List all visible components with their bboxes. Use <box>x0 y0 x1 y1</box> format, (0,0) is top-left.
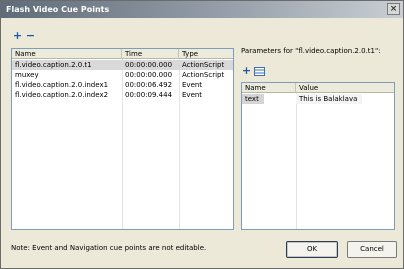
cue-point-time: 00:00:00.000 <box>125 71 173 79</box>
add-cue-point-button[interactable]: + <box>12 30 23 42</box>
table-row[interactable]: fl.video.caption.2.0.t1 00:00:00.000 Act… <box>12 60 233 70</box>
cue-point-type: Event <box>182 81 203 89</box>
add-parameter-button[interactable]: + <box>241 65 252 77</box>
cue-points-dialog: Flash Video Cue Points × + − Name Time T… <box>0 0 404 269</box>
column-header-value[interactable]: Value <box>296 83 394 93</box>
cue-point-type: ActionScript <box>182 71 225 79</box>
cancel-button[interactable]: Cancel <box>347 241 397 258</box>
parameter-value[interactable]: This is Balaklava <box>296 94 362 104</box>
parameters-table[interactable]: Name Value text This is Balaklava <box>241 82 395 230</box>
cue-point-name: fl.video.caption.2.0.t1 <box>15 61 92 69</box>
cue-point-type: Event <box>182 91 203 99</box>
cue-point-type: ActionScript <box>182 61 225 69</box>
list-icon[interactable] <box>254 67 265 76</box>
table-row[interactable]: fl.video.caption.2.0.index2 00:00:09.444… <box>12 90 233 100</box>
table-row[interactable]: muxey 00:00:00.000 ActionScript <box>12 70 233 80</box>
column-header-name[interactable]: Name <box>12 49 122 59</box>
column-header-name[interactable]: Name <box>242 83 296 93</box>
title-bar: Flash Video Cue Points × <box>1 1 403 18</box>
column-divider <box>296 93 297 229</box>
remove-cue-point-button[interactable]: − <box>25 30 36 42</box>
column-header-type[interactable]: Type <box>179 49 233 59</box>
parameter-name[interactable]: text <box>242 94 264 104</box>
ok-button[interactable]: OK <box>286 241 338 258</box>
close-icon[interactable]: × <box>387 3 400 15</box>
cue-point-time: 00:00:06.492 <box>125 81 173 89</box>
cue-points-table[interactable]: Name Time Type fl.video.caption.2.0.t1 0… <box>11 48 234 230</box>
window-title: Flash Video Cue Points <box>6 5 110 14</box>
cue-point-time: 00:00:09.444 <box>125 91 173 99</box>
table-header: Name Time Type <box>12 49 233 59</box>
cue-point-name: muxey <box>15 71 39 79</box>
cue-point-time: 00:00:00.000 <box>125 61 173 69</box>
footer-note: Note: Event and Navigation cue points ar… <box>11 244 207 252</box>
table-row[interactable]: fl.video.caption.2.0.index1 00:00:06.492… <box>12 80 233 90</box>
table-row[interactable]: text This is Balaklava <box>242 94 394 104</box>
parameters-label: Parameters for "fl.video.caption.2.0.t1"… <box>241 47 381 55</box>
cue-point-name: fl.video.caption.2.0.index2 <box>15 91 109 99</box>
cue-point-name: fl.video.caption.2.0.index1 <box>15 81 109 89</box>
column-header-time[interactable]: Time <box>122 49 179 59</box>
table-header: Name Value <box>242 83 394 93</box>
